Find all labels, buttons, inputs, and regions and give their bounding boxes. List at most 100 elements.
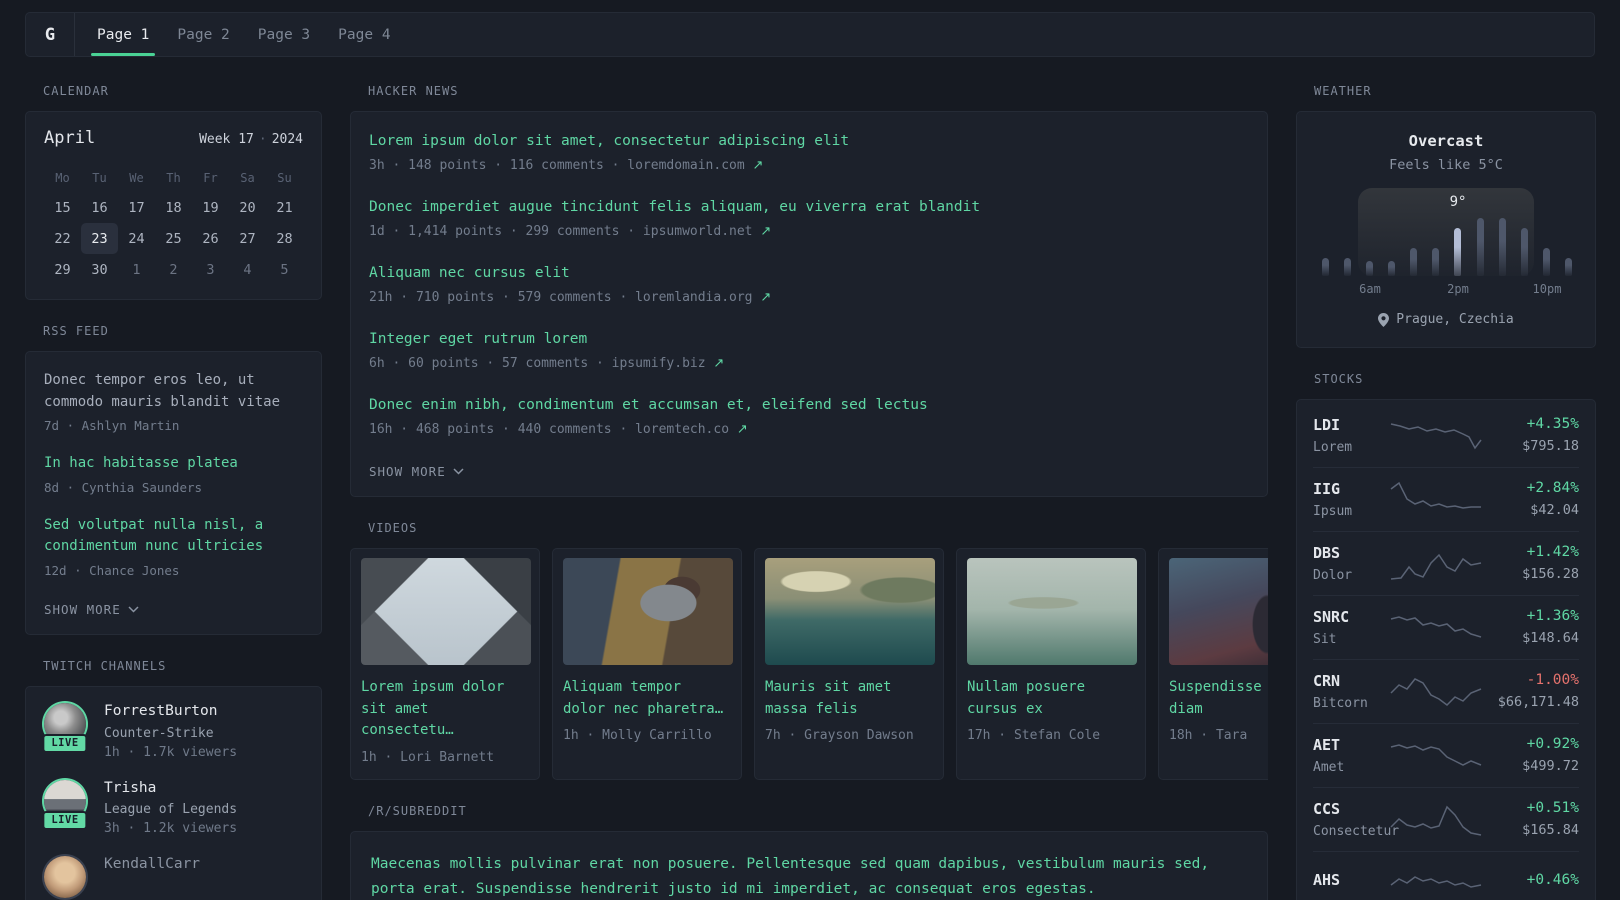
weather-hourly-chart: 9° bbox=[1322, 188, 1572, 276]
video-thumbnail bbox=[1169, 557, 1268, 665]
location-text: Prague, Czechia bbox=[1396, 312, 1514, 327]
current-temperature: 9° bbox=[1449, 194, 1467, 210]
calendar-dayname: Th bbox=[166, 171, 181, 185]
temp-bar bbox=[1542, 248, 1550, 276]
calendar-header: April Week 17 · 2024 bbox=[44, 128, 303, 148]
app-logo[interactable]: G bbox=[26, 13, 75, 56]
stock-row[interactable]: LDI Lorem +4.35% $795.18 bbox=[1313, 404, 1579, 468]
calendar-day: 16 bbox=[91, 199, 108, 216]
stock-change: +0.51% bbox=[1526, 800, 1579, 816]
dashboard-page: G Page 1 Page 2 Page 3 Page 4 CALENDAR A… bbox=[0, 0, 1620, 900]
rss-item-title[interactable]: Donec tempor eros leo, ut commodo mauris… bbox=[44, 370, 303, 413]
right-column: WEATHER Overcast Feels like 5°C 9° 6am 2… bbox=[1296, 84, 1596, 900]
stock-row[interactable]: IIG Ipsum +2.84% $42.04 bbox=[1313, 468, 1579, 532]
reddit-post-title[interactable]: Maecenas mollis pulvinar erat non posuer… bbox=[371, 852, 1247, 900]
video-thumbnail bbox=[563, 557, 733, 665]
calendar-dayname: Tu bbox=[92, 171, 107, 185]
tab-page-1[interactable]: Page 1 bbox=[90, 13, 156, 56]
stock-symbol: AET bbox=[1313, 735, 1341, 754]
stock-row[interactable]: CCS Consectetur +0.51% $165.84 bbox=[1313, 788, 1579, 852]
weather-widget-label: WEATHER bbox=[1314, 84, 1372, 98]
stock-row[interactable]: AHS +0.46% bbox=[1313, 852, 1579, 900]
stock-symbol: IIG bbox=[1313, 479, 1341, 498]
hn-story-title[interactable]: Aliquam nec cursus elit bbox=[369, 262, 1249, 284]
temp-bar bbox=[1432, 248, 1440, 276]
calendar-day: 25 bbox=[165, 230, 182, 247]
hn-story-title[interactable]: Donec enim nibh, condimentum et accumsan… bbox=[369, 394, 1249, 416]
rss-item-title[interactable]: In hac habitasse platea bbox=[44, 453, 303, 475]
weather-widget: Overcast Feels like 5°C 9° 6am 2pm 10pm … bbox=[1296, 111, 1596, 348]
tab-page-2[interactable]: Page 2 bbox=[175, 13, 231, 56]
calendar-day: 21 bbox=[276, 199, 293, 216]
video-card[interactable]: Mauris sit amet massa felis 7h · Grayson… bbox=[754, 547, 944, 780]
rss-item-title[interactable]: Sed volutpat nulla nisl, a condimentum n… bbox=[44, 515, 303, 558]
stock-symbol: LDI bbox=[1313, 415, 1341, 434]
stock-symbol: CRN bbox=[1313, 671, 1341, 690]
stock-price: $66,171.48 bbox=[1497, 694, 1579, 710]
hn-show-more-button[interactable]: SHOW MORE bbox=[369, 464, 464, 479]
video-card[interactable]: Nullam posuere cursus ex 17h · Stefan Co… bbox=[956, 547, 1146, 780]
hackernews-widget: Lorem ipsum dolor sit amet, consectetur … bbox=[350, 111, 1268, 497]
hn-story-title[interactable]: Donec imperdiet augue tincidunt felis al… bbox=[369, 196, 1249, 218]
stock-row[interactable]: SNRC Sit +1.36% $148.64 bbox=[1313, 596, 1579, 660]
video-card[interactable]: Lorem ipsum dolor sit amet consectetu… 1… bbox=[350, 547, 540, 780]
twitch-channel[interactable]: LIVE ForrestBurton Counter-Strike 1h · 1… bbox=[42, 701, 305, 760]
video-title[interactable]: Aliquam tempor dolor nec pharetra… bbox=[563, 677, 731, 720]
rss-show-more-button[interactable]: SHOW MORE bbox=[44, 602, 139, 617]
video-thumbnail bbox=[765, 557, 935, 665]
calendar-grid: Mo Tu We Th Fr Sa Su 15 16 17 18 19 20 2… bbox=[44, 164, 303, 285]
calendar-day: 19 bbox=[202, 199, 219, 216]
twitch-channel[interactable]: LIVE Trisha League of Legends 3h · 1.2k … bbox=[42, 778, 305, 836]
videos-widget: Lorem ipsum dolor sit amet consectetu… 1… bbox=[350, 547, 1268, 780]
chevron-down-icon bbox=[453, 468, 464, 475]
show-more-label: SHOW MORE bbox=[44, 601, 121, 617]
calendar-day: 27 bbox=[239, 230, 256, 247]
weather-location: Prague, Czechia bbox=[1322, 312, 1570, 327]
video-title[interactable]: Nullam posuere cursus ex bbox=[967, 677, 1135, 720]
tab-page-4[interactable]: Page 4 bbox=[336, 13, 392, 56]
calendar-widget: April Week 17 · 2024 Mo Tu We Th Fr Sa Su … bbox=[25, 111, 322, 300]
temp-bar bbox=[1476, 218, 1484, 276]
external-link-icon[interactable]: ↗ bbox=[760, 224, 771, 239]
external-link-icon[interactable]: ↗ bbox=[713, 356, 724, 371]
video-card[interactable]: Aliquam tempor dolor nec pharetra… 1h · … bbox=[552, 547, 742, 780]
temp-bar bbox=[1322, 258, 1329, 276]
channel-name: Trisha bbox=[104, 779, 157, 796]
hn-story-title[interactable]: Lorem ipsum dolor sit amet, consectetur … bbox=[369, 130, 1249, 152]
video-title[interactable]: Mauris sit amet massa felis bbox=[765, 677, 933, 720]
video-meta: 17h · Stefan Cole bbox=[967, 728, 1101, 744]
stock-price: $165.84 bbox=[1522, 822, 1579, 838]
external-link-icon[interactable]: ↗ bbox=[737, 422, 748, 437]
stock-change: +1.42% bbox=[1526, 544, 1579, 560]
show-more-label: SHOW MORE bbox=[369, 463, 446, 479]
calendar-day-selected: 23 bbox=[81, 223, 118, 254]
stock-sparkline bbox=[1390, 616, 1482, 638]
video-title[interactable]: Lorem ipsum dolor sit amet consectetu… bbox=[361, 677, 529, 742]
calendar-month: April bbox=[44, 128, 96, 148]
stock-symbol: DBS bbox=[1313, 543, 1341, 562]
live-badge: LIVE bbox=[42, 733, 88, 753]
list-item: Donec tempor eros leo, ut commodo mauris… bbox=[44, 370, 303, 436]
calendar-day-next-month: 2 bbox=[169, 261, 178, 278]
stock-change: +0.92% bbox=[1526, 736, 1579, 752]
stock-row[interactable]: DBS Dolor +1.42% $156.28 bbox=[1313, 532, 1579, 596]
external-link-icon[interactable]: ↗ bbox=[760, 290, 771, 305]
calendar-dayname: We bbox=[129, 171, 144, 185]
video-meta: 7h · Grayson Dawson bbox=[765, 728, 914, 744]
video-title[interactable]: Suspendisse diam bbox=[1169, 677, 1268, 720]
stock-sparkline bbox=[1390, 744, 1482, 766]
temp-bar bbox=[1388, 261, 1396, 276]
twitch-channel[interactable]: KendallCarr bbox=[42, 854, 305, 900]
rss-widget: Donec tempor eros leo, ut commodo mauris… bbox=[25, 351, 322, 635]
stock-name: Amet bbox=[1313, 759, 1345, 775]
tab-page-3[interactable]: Page 3 bbox=[256, 13, 312, 56]
stock-row[interactable]: CRN Bitcorn -1.00% $66,171.48 bbox=[1313, 660, 1579, 724]
left-column: CALENDAR April Week 17 · 2024 Mo Tu We Th … bbox=[25, 84, 322, 900]
stock-row[interactable]: AET Amet +0.92% $499.72 bbox=[1313, 724, 1579, 788]
stock-sparkline bbox=[1390, 423, 1482, 450]
hn-story-title[interactable]: Integer eget rutrum lorem bbox=[369, 328, 1249, 350]
video-card[interactable]: Suspendisse diam 18h · Tara bbox=[1158, 547, 1268, 780]
videos-widget-label: VIDEOS bbox=[368, 520, 418, 535]
external-link-icon[interactable]: ↗ bbox=[753, 158, 764, 173]
video-meta: 18h · Tara bbox=[1169, 728, 1248, 744]
